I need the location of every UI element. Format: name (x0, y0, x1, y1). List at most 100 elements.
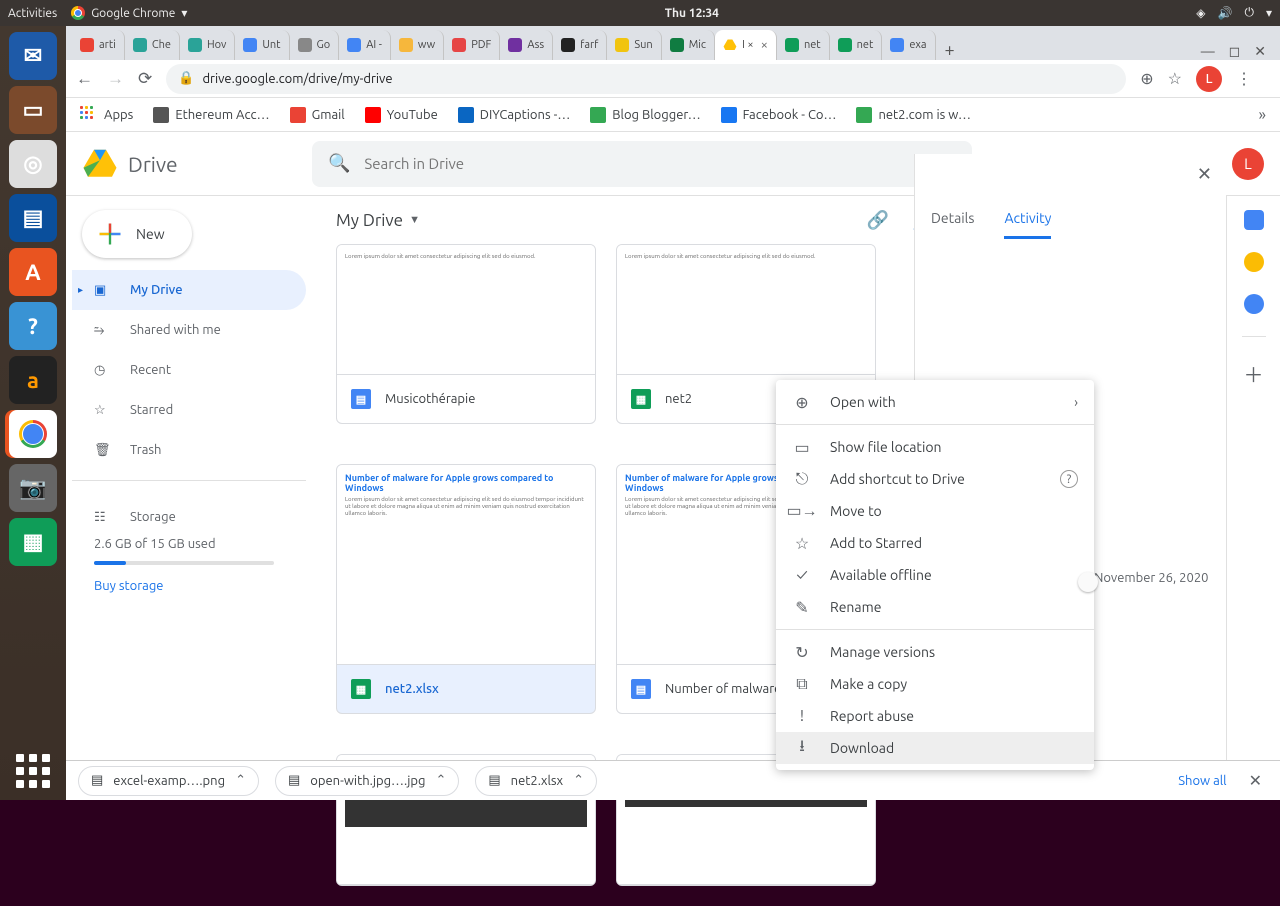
menu-item[interactable]: ▭→Move to (776, 495, 1094, 527)
browser-tab[interactable]: Unt (235, 30, 289, 60)
search-icon: 🔍 (328, 153, 350, 174)
details-tab[interactable]: Details (931, 210, 974, 239)
browser-tab[interactable]: Ass (500, 30, 553, 60)
star-icon[interactable]: ☆ (1168, 69, 1182, 88)
launcher-app[interactable]: ? (9, 302, 57, 350)
chevron-up-icon[interactable]: ⌃ (235, 773, 246, 788)
drive-logo[interactable]: Drive (82, 148, 312, 180)
menu-item[interactable]: ✎Rename (776, 591, 1094, 623)
account-avatar[interactable]: L (1232, 148, 1264, 180)
chevron-up-icon[interactable]: ⌃ (573, 773, 584, 788)
drive-icon (82, 148, 118, 180)
bookmark[interactable]: Ethereum Acc… (153, 107, 269, 123)
file-card[interactable]: Lorem ipsum dolor sit amet consectetur a… (336, 244, 596, 424)
browser-tab[interactable]: Go (290, 30, 340, 60)
browser-tab[interactable]: I ×× (715, 30, 777, 60)
sidebar-item[interactable]: 🗑Trash (72, 430, 306, 470)
calendar-icon[interactable] (1244, 210, 1264, 230)
bookmark[interactable]: Apps (80, 106, 133, 124)
menu-item[interactable]: ✓Available offline (776, 559, 1094, 591)
menu-item[interactable]: ⧉Make a copy (776, 668, 1094, 700)
bookmark[interactable]: Blog Blogger… (590, 107, 700, 123)
download-item[interactable]: ▤net2.xlsx⌃ (475, 766, 597, 796)
sidebar-item[interactable]: ☆Starred (72, 390, 306, 430)
app-indicator[interactable]: Google Chrome ▾ (71, 6, 187, 20)
browser-tab[interactable]: net (777, 30, 830, 60)
menu-item[interactable]: ▭Show file location (776, 431, 1094, 463)
launcher-app[interactable]: A (9, 248, 57, 296)
menu-item[interactable]: ⎋Add shortcut to Drive? (776, 463, 1094, 495)
launcher-chrome[interactable] (9, 410, 57, 458)
search-input[interactable] (364, 155, 931, 172)
menu-item[interactable]: ⊕Open with› (776, 386, 1094, 418)
sidebar-item[interactable]: ▸▣My Drive (72, 270, 306, 310)
bookmark[interactable]: DIYCaptions -… (458, 107, 571, 123)
show-all-link[interactable]: Show all (1178, 774, 1226, 788)
volume-icon[interactable]: 🔊 (1218, 6, 1233, 20)
bookmarks-overflow[interactable]: » (1258, 106, 1266, 124)
menu-item[interactable]: ↻Manage versions (776, 636, 1094, 668)
browser-tab[interactable]: AI - (339, 30, 391, 60)
breadcrumb[interactable]: My Drive▼ (336, 211, 420, 230)
sidebar-item[interactable]: ◷Recent (72, 350, 306, 390)
file-icon: ▤ (288, 773, 300, 788)
add-on-icon[interactable]: ＋ (1244, 359, 1264, 388)
search-bar[interactable]: 🔍 ▼ (312, 141, 972, 187)
close-icon[interactable]: ✕ (1197, 164, 1212, 185)
bookmark[interactable]: YouTube (365, 107, 438, 123)
launcher-app[interactable]: a (9, 356, 57, 404)
browser-tab[interactable]: Mic (662, 30, 715, 60)
browser-tab[interactable]: exa (882, 30, 935, 60)
browser-tab[interactable]: net (830, 30, 883, 60)
minimize-icon[interactable]: — (1201, 43, 1215, 60)
close-window-icon[interactable]: ✕ (1254, 43, 1266, 60)
chevron-up-icon[interactable]: ⌃ (435, 773, 446, 788)
browser-tab[interactable]: arti (72, 30, 125, 60)
tasks-icon[interactable] (1244, 294, 1264, 314)
sidebar-item[interactable]: ⥲Shared with me (72, 310, 306, 350)
link-icon[interactable]: 🔗 (867, 210, 889, 231)
menu-item[interactable]: ☆Add to Starred (776, 527, 1094, 559)
file-card[interactable]: Number of malware for Apple grows compar… (336, 464, 596, 714)
bookmark[interactable]: Facebook - Co… (721, 107, 837, 123)
download-item[interactable]: ▤open-with.jpg….jpg⌃ (275, 766, 459, 796)
browser-tab[interactable]: Hov (180, 30, 235, 60)
forward-button[interactable]: → (107, 69, 124, 89)
browser-tab[interactable]: Che (125, 30, 180, 60)
reload-button[interactable]: ⟳ (138, 69, 152, 89)
wifi-icon[interactable]: ◈ (1196, 6, 1205, 20)
back-button[interactable]: ← (76, 69, 93, 89)
app-grid-icon[interactable] (16, 754, 50, 788)
keep-icon[interactable] (1244, 252, 1264, 272)
buy-storage-link[interactable]: Buy storage (94, 579, 284, 593)
launcher-app[interactable]: ◎ (9, 140, 57, 188)
new-tab-button[interactable]: + (936, 40, 964, 60)
bookmark[interactable]: net2.com is w… (856, 107, 971, 123)
launcher-app[interactable]: ▤ (9, 194, 57, 242)
browser-tab[interactable]: PDF (444, 30, 500, 60)
browser-tab[interactable]: Sun (607, 30, 661, 60)
zoom-icon[interactable]: ⊕ (1140, 69, 1153, 88)
maximize-icon[interactable]: ◻ (1229, 43, 1241, 60)
address-bar[interactable]: 🔒 drive.google.com/drive/my-drive (166, 64, 1126, 94)
new-button[interactable]: New (82, 210, 192, 258)
activities-btn[interactable]: Activities (8, 7, 57, 20)
launcher-app[interactable]: ✉ (9, 32, 57, 80)
profile-avatar[interactable]: L (1196, 66, 1222, 92)
clock[interactable]: Thu 12:34 (187, 7, 1196, 20)
bookmark[interactable]: Gmail (290, 107, 345, 123)
close-tab-icon[interactable]: × (761, 38, 768, 52)
launcher-app[interactable]: 📷 (9, 464, 57, 512)
menu-item[interactable]: !Report abuse (776, 700, 1094, 732)
browser-tab[interactable]: ww (391, 30, 444, 60)
download-item[interactable]: ▤excel-examp….png⌃ (78, 766, 259, 796)
launcher-app[interactable]: ▦ (9, 518, 57, 566)
browser-tab[interactable]: farf (553, 30, 607, 60)
close-icon[interactable]: ✕ (1243, 771, 1268, 790)
chrome-menu[interactable]: ⋮ (1236, 69, 1252, 88)
help-icon[interactable]: ? (1060, 470, 1078, 488)
activity-tab[interactable]: Activity (1004, 210, 1051, 239)
launcher-app[interactable]: ▭ (9, 86, 57, 134)
power-icon[interactable]: ⏻ (1244, 6, 1254, 20)
menu-item[interactable]: ⭳Download (776, 732, 1094, 764)
